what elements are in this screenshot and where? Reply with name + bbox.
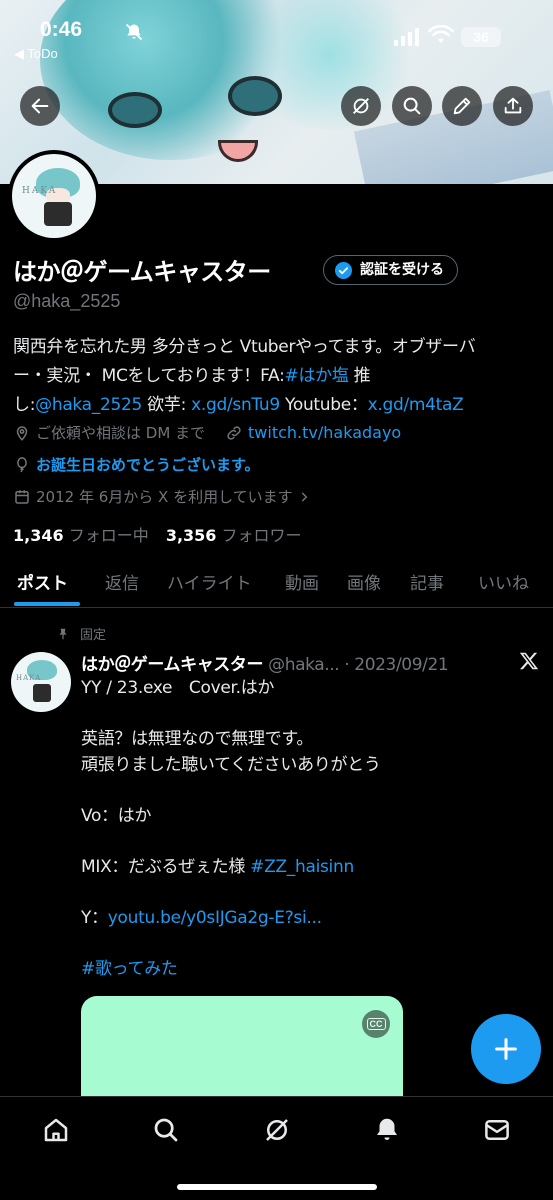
tweet-author-name[interactable]: はか＠ゲームキャスター xyxy=(81,655,263,675)
pencil-icon xyxy=(453,97,471,115)
bio-text: 関西弁を忘れた男 多分きっと Vtuberやってます。オブザーバ xyxy=(13,337,476,357)
birthday-text[interactable]: お誕生日おめでとうございます。 xyxy=(36,454,260,475)
wifi-icon xyxy=(428,25,454,43)
compose-button[interactable] xyxy=(471,1014,541,1084)
search-icon xyxy=(403,97,421,115)
captions-icon: CC xyxy=(366,1018,386,1030)
following-label: フォロー中 xyxy=(68,526,149,545)
home-icon[interactable] xyxy=(41,1115,71,1145)
profile-handle: @haka_2525 xyxy=(13,291,121,311)
x-logo-icon xyxy=(519,652,539,670)
search-button[interactable] xyxy=(392,86,432,126)
following-count: 1,346 xyxy=(13,526,64,545)
tweet-line: YY / 23.exe Cover.はか xyxy=(81,678,275,698)
tweet-line: MIX：だぶるぜぇた様 xyxy=(81,856,251,877)
bio-hashtag-link[interactable]: #はか塩 xyxy=(285,366,349,386)
status-time: 0:46 xyxy=(40,18,83,41)
birthday-row: お誕生日おめでとうございます。 xyxy=(13,454,260,475)
followers-label: フォロワー xyxy=(221,526,302,545)
bio-text: 欲芋: xyxy=(142,395,192,415)
captions-button[interactable]: CC xyxy=(362,1010,390,1038)
arrow-left-icon xyxy=(31,98,49,114)
profile-avatar[interactable]: HAKA xyxy=(8,150,100,242)
grok-icon[interactable] xyxy=(262,1115,292,1145)
bio-url-link[interactable]: x.gd/m4taZ xyxy=(368,395,464,415)
joined-text: 2012 年 6月から X を利用しています xyxy=(36,488,293,506)
grok-button[interactable] xyxy=(341,86,381,126)
edit-button[interactable] xyxy=(442,86,482,126)
status-bar: 0:46 ◀ ToDo 36 xyxy=(0,0,553,62)
tweet-media[interactable] xyxy=(81,996,403,1106)
share-icon xyxy=(504,97,522,114)
mail-icon[interactable] xyxy=(482,1115,512,1145)
tab-posts[interactable]: ポスト xyxy=(17,569,68,594)
follow-stats: 1,346 フォロー中 3,356 フォロワー xyxy=(13,522,302,546)
tweet-url-link[interactable]: youtu.be/y0sIJGa2g-E?si... xyxy=(108,908,322,928)
active-tab-indicator xyxy=(14,602,80,606)
calendar-icon xyxy=(15,489,29,504)
balloon-icon xyxy=(17,456,27,472)
tweet-header: はか＠ゲームキャスター @haka... · 2023/09/21 xyxy=(81,650,449,675)
tab-replies[interactable]: 返信 xyxy=(105,569,139,594)
search-icon[interactable] xyxy=(151,1115,181,1145)
back-button[interactable] xyxy=(20,86,60,126)
grok-icon xyxy=(353,98,369,114)
share-button[interactable] xyxy=(493,86,533,126)
plus-icon xyxy=(495,1038,517,1060)
followers-count: 3,356 xyxy=(165,526,217,545)
tweet-text: YY / 23.exe Cover.はか 英語？は無理なので無理です。 頑張りま… xyxy=(81,676,536,982)
tweet-date[interactable]: · 2023/09/21 xyxy=(339,655,448,675)
tab-videos[interactable]: 動画 xyxy=(285,569,319,594)
battery-indicator: 36 xyxy=(461,27,501,47)
avatar-label: HAKA xyxy=(16,674,42,682)
pinned-label: 固定 xyxy=(56,624,106,643)
bio-url-link[interactable]: x.gd/snTu9 xyxy=(191,395,280,415)
tweet-line: 頑張りました聴いてくださいありがとう xyxy=(81,754,381,775)
location-pin-icon xyxy=(16,425,28,441)
chevron-right-icon xyxy=(301,491,307,502)
tweet-hashtag-link[interactable]: #歌ってみた xyxy=(81,959,178,979)
avatar-label: HAKA xyxy=(22,186,58,196)
pin-icon xyxy=(59,628,67,639)
following-link[interactable]: 1,346 フォロー中 xyxy=(13,526,149,545)
signal-icon xyxy=(394,28,420,46)
tweet-line: Y： xyxy=(81,907,108,928)
website-link[interactable]: twitch.tv/hakadayo xyxy=(248,423,401,442)
tab-images[interactable]: 画像 xyxy=(347,569,381,594)
bio-mention-link[interactable]: @haka_2525 xyxy=(35,395,142,415)
verified-badge-icon xyxy=(335,262,352,279)
bell-icon[interactable] xyxy=(372,1115,402,1145)
profile-bio: 関西弁を忘れた男 多分きっと Vtuberやってます。オブザーバ ー・実況・ M… xyxy=(13,333,545,420)
home-indicator xyxy=(177,1184,377,1190)
tab-highlights[interactable]: ハイライト xyxy=(167,569,252,594)
bio-text: ー・実況・ MCをしております！FA: xyxy=(13,366,285,386)
verify-button-label: 認証を受ける xyxy=(360,262,444,278)
tweet-line: Vo：はか xyxy=(81,805,152,826)
profile-tabs: ポスト 返信 ハイライト 動画 画像 記事 いいね xyxy=(0,556,553,608)
tweet-author-handle[interactable]: @haka... xyxy=(268,655,340,675)
pinned-text: 固定 xyxy=(80,628,107,643)
link-icon xyxy=(227,425,241,440)
back-to-app-link[interactable]: ◀ ToDo xyxy=(14,46,58,62)
display-name: はか＠ゲームキャスター xyxy=(13,258,271,286)
bio-text: Youtube： xyxy=(279,395,368,415)
profile-meta-row: ご依頼や相談は DM まで twitch.tv/hakadayo xyxy=(13,422,401,443)
tab-likes[interactable]: いいね xyxy=(478,569,529,594)
tab-articles[interactable]: 記事 xyxy=(410,569,444,594)
get-verified-button[interactable]: 認証を受ける xyxy=(323,255,458,285)
joined-row[interactable]: 2012 年 6月から X を利用しています xyxy=(13,486,316,507)
bio-text: し: xyxy=(13,395,36,415)
tweet-line: 英語？は無理なので無理です。 xyxy=(81,729,314,749)
bio-text: 推 xyxy=(348,366,371,386)
followers-link[interactable]: 3,356 フォロワー xyxy=(166,526,302,545)
bell-muted-icon xyxy=(125,23,143,41)
tweet-hashtag-link[interactable]: #ZZ_haisinn xyxy=(250,857,354,877)
tweet-avatar[interactable]: HAKA xyxy=(11,652,71,712)
location-text: ご依頼や相談は DM まで xyxy=(36,424,206,442)
